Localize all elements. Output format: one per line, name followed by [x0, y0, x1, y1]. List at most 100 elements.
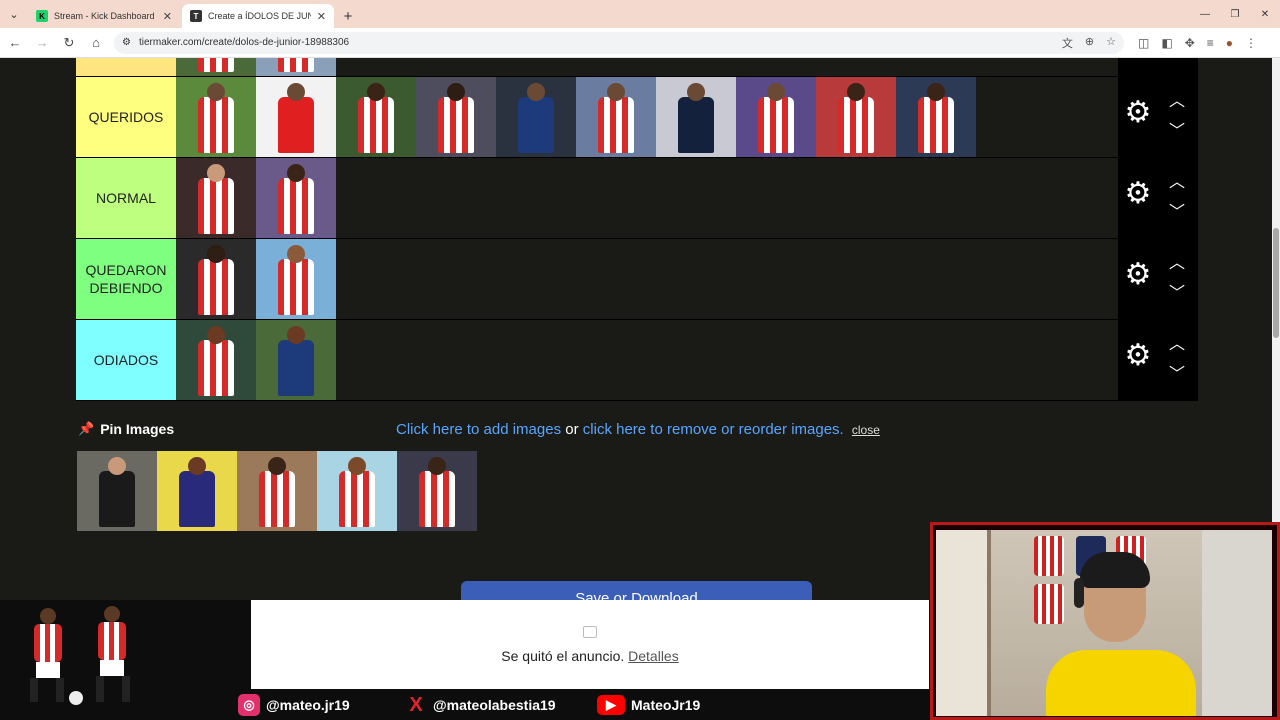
image-links: Click here to add images or click here t… [396, 421, 880, 438]
chevron-up-icon[interactable]: ︿ [1168, 175, 1186, 191]
wall-jersey [1034, 584, 1064, 624]
address-bar: ← → ↻ ⌂ ⚙ tiermaker.com/create/dolos-de-… [0, 28, 1280, 58]
chevron-down-icon[interactable]: ﹀ [1168, 124, 1186, 140]
tier-items [176, 239, 1118, 319]
player-image[interactable] [816, 77, 896, 157]
extension-icon[interactable]: ◧ [1161, 36, 1172, 50]
close-link[interactable]: close [852, 423, 880, 437]
close-window-icon[interactable]: ✕ [1250, 0, 1280, 28]
minimize-icon[interactable]: — [1190, 0, 1220, 28]
player-image[interactable] [256, 320, 336, 400]
tier-items [176, 320, 1118, 400]
pinned-images [77, 451, 477, 531]
menu-icon[interactable]: ⋮ [1245, 36, 1257, 50]
pinned-image[interactable] [397, 451, 477, 531]
gear-icon[interactable]: ⚙ [1124, 341, 1152, 371]
player-image[interactable] [496, 77, 576, 157]
gear-icon[interactable]: ⚙ [1124, 260, 1152, 290]
tier-row-queridos: QUERIDOS ⚙ ︿ ﹀ [76, 77, 1198, 158]
chevron-up-icon[interactable]: ︿ [1168, 337, 1186, 353]
player-image[interactable] [176, 158, 256, 238]
player-image[interactable] [176, 77, 256, 157]
tier-label[interactable]: QUEDARON DEBIENDO [76, 239, 176, 319]
zoom-icon[interactable]: ⊕ [1085, 35, 1094, 51]
tier-label [76, 58, 176, 76]
tab-kick-dashboard[interactable]: K Stream - Kick Dashboard ✕ [28, 4, 180, 28]
pinned-image[interactable] [157, 451, 237, 531]
chevron-down-icon[interactable]: ﹀ [1168, 205, 1186, 221]
player-image[interactable] [336, 77, 416, 157]
pinned-image[interactable] [317, 451, 397, 531]
player-image[interactable] [416, 77, 496, 157]
ad-message: Se quitó el anuncio. Detalles [501, 648, 678, 664]
player-image[interactable] [896, 77, 976, 157]
tier-row [76, 58, 1198, 77]
pushpin-icon: 📌 [78, 421, 95, 436]
url-input[interactable]: ⚙ tiermaker.com/create/dolos-de-junior-1… [114, 31, 1124, 54]
media-icon[interactable]: ≡ [1207, 36, 1214, 50]
tier-controls [1118, 58, 1198, 76]
gear-icon[interactable]: ⚙ [1124, 179, 1152, 209]
player-image[interactable] [656, 77, 736, 157]
social-youtube: ▶ MateoJr19 [597, 695, 700, 715]
new-tab-icon[interactable]: + [336, 4, 360, 28]
tier-label[interactable]: QUERIDOS [76, 77, 176, 157]
gear-icon[interactable]: ⚙ [1124, 98, 1152, 128]
puzzle-icon[interactable]: ✥ [1185, 36, 1195, 50]
player-image[interactable] [736, 77, 816, 157]
ad-icon [583, 625, 597, 638]
tier-row-odiados: ODIADOS ⚙ ︿ ﹀ [76, 320, 1198, 401]
restore-icon[interactable]: ❐ [1220, 0, 1250, 28]
tier-controls: ⚙ ︿ ﹀ [1118, 239, 1198, 319]
add-images-link[interactable]: Click here to add images [396, 421, 561, 438]
window-controls: — ❐ ✕ [1190, 0, 1280, 28]
social-handle: @mateolabestia19 [433, 697, 556, 713]
player-image[interactable] [256, 58, 336, 76]
pinned-image[interactable] [77, 451, 157, 531]
translate-icon[interactable]: 文 [1062, 35, 1073, 51]
forward-icon[interactable]: → [30, 31, 54, 55]
player-image[interactable] [256, 77, 336, 157]
chevron-down-icon[interactable]: ﹀ [1168, 286, 1186, 302]
url-text: tiermaker.com/create/dolos-de-junior-189… [138, 37, 350, 48]
pin-images-toggle[interactable]: 📌 Pin Images [78, 421, 174, 437]
streamer-body [1046, 650, 1196, 716]
kick-icon: K [36, 10, 48, 22]
webcam-feed [936, 530, 1272, 716]
home-icon[interactable]: ⌂ [84, 31, 108, 55]
social-x: X @mateolabestia19 [405, 694, 556, 716]
bookmark-star-icon[interactable]: ☆ [1106, 35, 1116, 51]
tier-label[interactable]: ODIADOS [76, 320, 176, 400]
ad-details-link[interactable]: Detalles [628, 648, 679, 664]
wall-jersey [1034, 536, 1064, 576]
player-image[interactable] [256, 158, 336, 238]
tab-tiermaker[interactable]: T Create a ÍDOLOS DE JUNIOR Ti... ✕ [182, 4, 334, 28]
close-icon[interactable]: ✕ [317, 10, 326, 23]
tab-search-icon[interactable]: ⌄ [0, 0, 28, 28]
tier-items [176, 77, 1118, 157]
player-image[interactable] [176, 239, 256, 319]
player-image[interactable] [256, 239, 336, 319]
close-icon[interactable]: ✕ [163, 10, 172, 23]
profile-avatar[interactable]: ● [1226, 36, 1233, 50]
player-image[interactable] [576, 77, 656, 157]
player-image[interactable] [176, 58, 256, 76]
reorder-images-link[interactable]: click here to remove or reorder images. [583, 421, 844, 438]
social-handle: @mateo.jr19 [266, 697, 350, 713]
reload-icon[interactable]: ↻ [57, 31, 81, 55]
site-info-icon[interactable]: ⚙ [122, 37, 131, 48]
extension-icon[interactable]: ◫ [1138, 36, 1149, 50]
chevron-up-icon[interactable]: ︿ [1168, 256, 1186, 272]
player-image[interactable] [176, 320, 256, 400]
chevron-down-icon[interactable]: ﹀ [1168, 367, 1186, 383]
tier-label[interactable]: NORMAL [76, 158, 176, 238]
pinned-image[interactable] [237, 451, 317, 531]
tier-controls: ⚙ ︿ ﹀ [1118, 320, 1198, 400]
tab-bar: ⌄ K Stream - Kick Dashboard ✕ T Create a… [0, 0, 1280, 28]
scrollbar-thumb[interactable] [1273, 228, 1279, 338]
or-text: or [565, 421, 579, 438]
back-icon[interactable]: ← [3, 31, 27, 55]
tab-title: Stream - Kick Dashboard [54, 11, 155, 21]
chevron-up-icon[interactable]: ︿ [1168, 94, 1186, 110]
tier-items [176, 158, 1118, 238]
